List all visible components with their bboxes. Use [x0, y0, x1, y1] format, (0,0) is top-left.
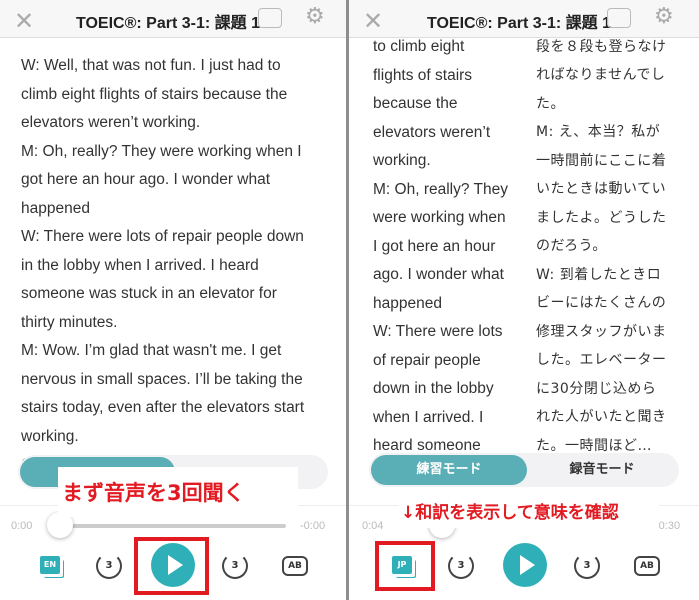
- annotation-note: まず音声を3回聞く: [58, 467, 298, 517]
- time-remaining: -0:00: [300, 520, 326, 532]
- transcript-japanese: が故障していて、階段を８段も登らなければなりませんでした。M: え、本当？私が一…: [536, 4, 667, 460]
- transcript-line: ましたよ。どうした: [536, 209, 667, 226]
- page-title: TOEIC®: Part 3-1: 課題 1: [427, 15, 611, 32]
- rewind-3-button[interactable]: 3: [448, 553, 474, 579]
- transcript-line: nervous in small spaces. I’ll be taking …: [21, 370, 303, 388]
- play-button[interactable]: [503, 543, 547, 587]
- transcript-line: elevators weren’t: [373, 123, 491, 141]
- highlight-box: [134, 537, 209, 595]
- mode-toggle[interactable]: 練習モード 録音モード: [369, 453, 679, 487]
- mode-practice-button[interactable]: 練習モード: [371, 455, 527, 485]
- check-message-icon[interactable]: [258, 8, 282, 28]
- transcript-line: someone was stuck in an elevator for: [21, 285, 277, 302]
- transcript-line: got here an hour ago. I wonder what: [21, 171, 271, 188]
- transcript-line: のだろう。: [536, 238, 607, 254]
- transcript-line: happened: [21, 199, 90, 217]
- transcript-line: た。: [536, 95, 565, 112]
- transcript-line: M: Wow. I’m glad that wasn't me. I get: [21, 342, 282, 359]
- right-screen: ✕ TOEIC®: Part 3-1: 課題 1 ⚙ to climb eigh…: [349, 0, 699, 600]
- transcript-line: M: Oh, really? They were working when I: [21, 142, 302, 160]
- transcript-line: because the: [373, 95, 458, 112]
- transcript-line: of repair people: [373, 351, 481, 369]
- transcript: W: Well, that was not fun. I just had to…: [21, 52, 304, 480]
- time-elapsed: 0:00: [11, 520, 33, 532]
- transcript-line: I got here an hour: [373, 237, 496, 255]
- transcript-line: flights of stairs: [373, 66, 473, 84]
- mode-record-button[interactable]: 録音モード: [527, 455, 677, 485]
- transcript-line: ビーにはたくさんの: [536, 295, 667, 311]
- check-message-icon[interactable]: [607, 8, 631, 28]
- transcript-line: W: Well, that was not fun. I just had to: [21, 57, 281, 74]
- transcript-line: thirty minutes.: [21, 313, 118, 331]
- left-screen: ✕ TOEIC®: Part 3-1: 課題 1 ⚙ W: Well, that…: [0, 0, 346, 600]
- seek-slider[interactable]: [60, 524, 286, 528]
- ab-repeat-button[interactable]: AB: [634, 556, 660, 576]
- header: ✕ TOEIC®: Part 3-1: 課題 1 ⚙: [0, 0, 346, 38]
- transcript-line: working.: [373, 152, 431, 169]
- transcript-line: W: There were lots of repair people down: [21, 228, 304, 245]
- transcript-english: to climb eight flights of stairs because t…: [373, 33, 508, 461]
- transcript-line: stairs today, even after the elevators s…: [21, 399, 305, 416]
- transcript-line: W: 到着したときロ: [536, 266, 662, 283]
- transcript-line: M: Oh, really? They: [373, 180, 508, 198]
- page-title: TOEIC®: Part 3-1: 課題 1: [76, 15, 260, 32]
- transcript-line: climb eight flights of stairs because th…: [21, 85, 288, 103]
- transcript-line: were working when: [373, 209, 506, 226]
- forward-3-button[interactable]: 3: [222, 553, 248, 579]
- language-toggle-button[interactable]: EN: [40, 556, 60, 574]
- transcript-line: れた人がいたと聞き: [536, 409, 667, 425]
- transcript-line: happened: [373, 294, 442, 312]
- gear-icon[interactable]: ⚙: [654, 4, 674, 29]
- time-elapsed: 0:04: [362, 520, 384, 532]
- transcript-line: に30分閉じ込めら: [536, 380, 657, 397]
- transcript-line: ればなりませんでし: [536, 67, 666, 83]
- gear-icon[interactable]: ⚙: [305, 4, 325, 29]
- annotation-note: ↓和訳を表示して意味を確認: [399, 494, 659, 528]
- transcript-line: when I arrived. I: [373, 408, 484, 426]
- rewind-3-button[interactable]: 3: [96, 553, 122, 579]
- transcript-line: 一時間前にここに着: [536, 152, 667, 169]
- transcript-line: した。エレベーター: [536, 352, 667, 368]
- transcript-line: M: え、本当？私が: [536, 124, 661, 140]
- transcript-line: elevators weren’t working.: [21, 114, 201, 131]
- transcript-line: in the lobby when I arrived. I heard: [21, 256, 259, 274]
- highlight-box: [375, 541, 435, 591]
- forward-3-button[interactable]: 3: [574, 553, 600, 579]
- transcript-line: W: There were lots: [373, 323, 503, 340]
- transcript-line: down in the lobby: [373, 380, 494, 397]
- ab-repeat-button[interactable]: AB: [282, 556, 308, 576]
- transcript-line: いたときは動いてい: [536, 181, 667, 197]
- transcript-line: 修理スタッフがいま: [536, 323, 667, 340]
- transcript-line: working.: [21, 427, 79, 445]
- header: ✕ TOEIC®: Part 3-1: 課題 1 ⚙: [349, 0, 699, 38]
- transcript-line: ago. I wonder what: [373, 266, 504, 283]
